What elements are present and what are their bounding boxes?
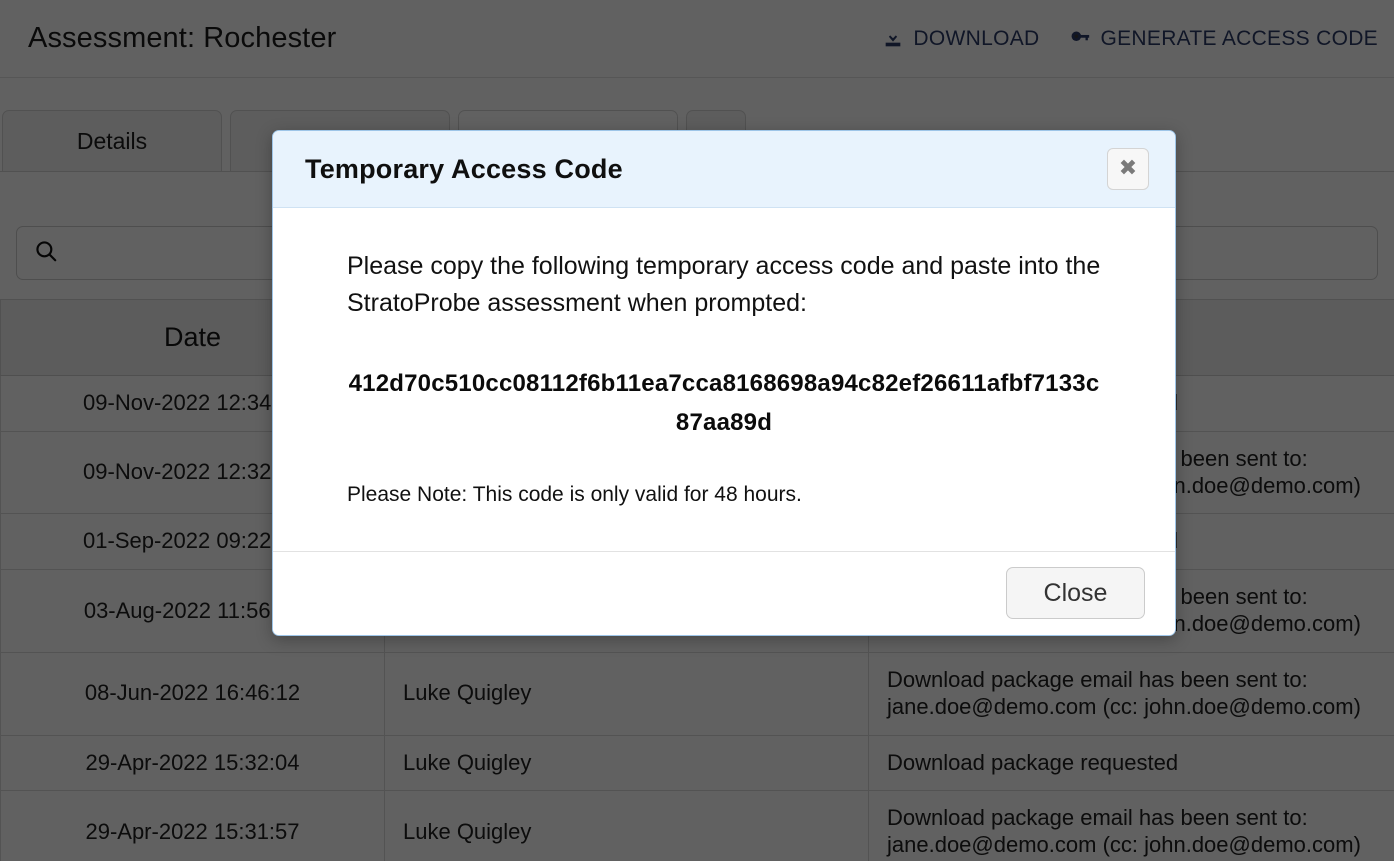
- app-root: Assessment: Rochester DOWNLOAD: [0, 0, 1394, 861]
- access-code-value[interactable]: 412d70c510cc08112f6b11ea7cca8168698a94c8…: [347, 365, 1101, 443]
- dialog-header: Temporary Access Code ✖: [273, 131, 1175, 208]
- dialog-body: Please copy the following temporary acce…: [273, 208, 1175, 551]
- dialog-title: Temporary Access Code: [305, 153, 623, 184]
- dialog-note: Please Note: This code is only valid for…: [347, 482, 802, 506]
- temporary-access-code-dialog: Temporary Access Code ✖ Please copy the …: [272, 130, 1176, 636]
- dialog-instruction: Please copy the following temporary acce…: [347, 252, 1101, 317]
- dialog-footer: Close: [273, 550, 1175, 635]
- close-button[interactable]: Close: [1006, 567, 1145, 620]
- close-icon[interactable]: ✖: [1107, 148, 1149, 190]
